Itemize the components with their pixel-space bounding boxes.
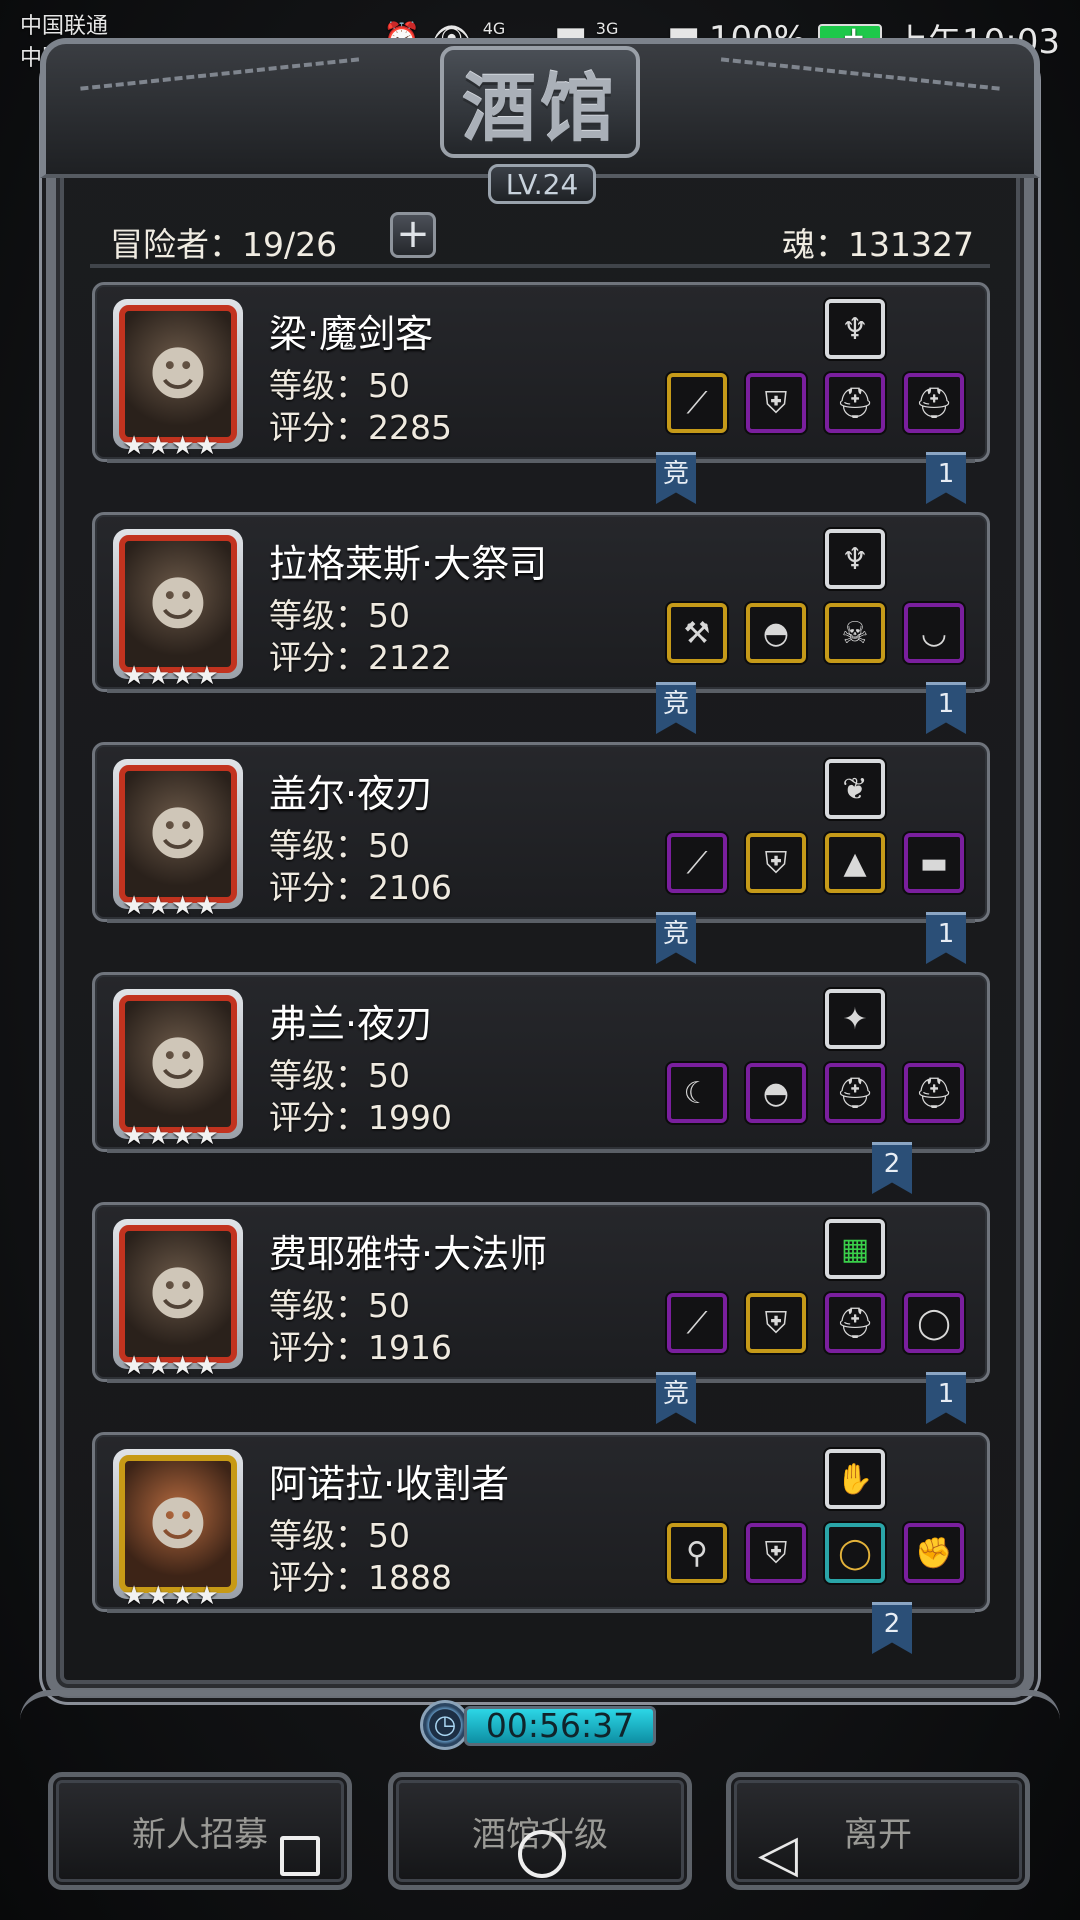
armor-icon[interactable]: ⛨ [746, 373, 806, 433]
add-adventurer-button[interactable]: + [390, 212, 436, 258]
hero-level: 等级：50 [269, 366, 410, 405]
star-rating: ★★★★ [122, 1121, 220, 1151]
hero-portrait[interactable]: ☻ [113, 989, 243, 1139]
hero-card[interactable]: ☻ ★★★★ 盖尔·夜刃 等级：50 评分：2106 ❦ ⟋ ⛨ ▲ ▬ [92, 742, 990, 923]
helmet-icon[interactable]: ⛑ [904, 373, 964, 433]
hero-name: 盖尔·夜刃 [269, 772, 434, 816]
hero-name: 弗兰·夜刃 [269, 1002, 434, 1046]
adventurer-count: 冒险者：19/26 [110, 225, 338, 264]
star-rating: ★★★★ [122, 891, 220, 921]
armor-icon[interactable]: ⛨ [746, 1523, 806, 1583]
staff-icon[interactable]: ⟋ [667, 1293, 727, 1353]
hero-score: 评分：1916 [269, 1328, 452, 1367]
hero-level: 等级：50 [269, 1056, 410, 1095]
title-plate: 酒馆 [440, 46, 640, 158]
hero-portrait[interactable]: ☻ [113, 1449, 243, 1599]
hero-score: 评分：2285 [269, 408, 452, 447]
armor-icon[interactable]: ⛨ [746, 1293, 806, 1353]
helmet-icon[interactable]: ⛑ [825, 1063, 885, 1123]
hammer-icon[interactable]: ⚒ [667, 603, 727, 663]
hero-card[interactable]: ☻ ★★★★ 弗兰·夜刃 等级：50 评分：1990 ✦ ☾ ◓ ⛑ ⛑ [92, 972, 990, 1153]
ring-icon[interactable]: ◯ [904, 1293, 964, 1353]
sword-icon[interactable]: ⟋ [667, 373, 727, 433]
helmet-icon[interactable]: ⛑ [904, 1063, 964, 1123]
divider [90, 264, 990, 268]
armor-icon[interactable]: ⛨ [746, 833, 806, 893]
hero-score: 评分：1888 [269, 1558, 452, 1597]
back-icon[interactable]: ◁ [758, 1828, 798, 1880]
hero-name: 梁·魔剑客 [269, 312, 434, 356]
carrier-1: 中国联通 [20, 14, 109, 39]
gauntlet-icon[interactable]: ✊ [904, 1523, 964, 1583]
hero-avatar: ☻ [119, 1225, 237, 1363]
blade-icon[interactable]: ☾ [667, 1063, 727, 1123]
hero-name: 费耶雅特·大法师 [269, 1232, 548, 1276]
necklace-icon[interactable]: ♆ [825, 529, 885, 589]
hero-name: 阿诺拉·收割者 [269, 1462, 510, 1506]
necklace-icon[interactable]: ♆ [825, 299, 885, 359]
hero-card[interactable]: ☻ ★★★★ 梁·魔剑客 等级：50 评分：2285 ♆ ⟋ ⛨ ⛑ ⛑ [92, 282, 990, 463]
refresh-timer: ◷ 00:56:37 [420, 1700, 660, 1750]
hero-level: 等级：50 [269, 1286, 410, 1325]
helmet-icon[interactable]: ⛑ [825, 1293, 885, 1353]
hero-card[interactable]: ☻ ★★★★ 费耶雅特·大法师 等级：50 评分：1916 ▦ ⟋ ⛨ ⛑ ◯ [92, 1202, 990, 1383]
necklace-icon[interactable]: ◡ [904, 603, 964, 663]
star-rating: ★★★★ [122, 1351, 220, 1381]
recent-apps-icon[interactable] [280, 1836, 320, 1876]
hero-score: 评分：2106 [269, 868, 452, 907]
soul-currency: 魂：131327 [782, 225, 974, 264]
page-title: 酒馆 [462, 65, 618, 152]
hero-portrait[interactable]: ☻ [113, 1219, 243, 1369]
hero-card[interactable]: ☻ ★★★★ 拉格莱斯·大祭司 等级：50 评分：2122 ♆ ⚒ ◓ ☠ ◡ [92, 512, 990, 693]
hero-avatar: ☻ [119, 765, 237, 903]
hero-score: 评分：2122 [269, 638, 452, 677]
claw-icon[interactable]: ✋ [825, 1449, 885, 1509]
hero-name: 拉格莱斯·大祭司 [269, 542, 548, 586]
hero-portrait[interactable]: ☻ [113, 759, 243, 909]
scythe-icon[interactable]: ⚲ [667, 1523, 727, 1583]
amulet-icon[interactable]: ✦ [825, 989, 885, 1049]
hero-portrait[interactable]: ☻ [113, 299, 243, 449]
dagger-icon[interactable]: ⟋ [667, 833, 727, 893]
timer-value: 00:56:37 [464, 1706, 656, 1746]
star-rating: ★★★★ [122, 431, 220, 461]
clock-icon: ◷ [420, 1700, 470, 1750]
hero-level: 等级：50 [269, 1516, 410, 1555]
cloak-icon[interactable]: ▲ [825, 833, 885, 893]
rune-icon[interactable]: ▦ [825, 1219, 885, 1279]
ring-icon[interactable]: ◯ [825, 1523, 885, 1583]
hero-avatar: ☻ [119, 1455, 237, 1593]
home-icon[interactable] [518, 1830, 566, 1878]
helmet-icon[interactable]: ⛑ [825, 373, 885, 433]
hero-level: 等级：50 [269, 826, 410, 865]
hood-icon[interactable]: ◓ [746, 1063, 806, 1123]
tavern-level: LV.24 [488, 164, 596, 204]
feather-icon[interactable]: ❦ [825, 759, 885, 819]
hero-score: 评分：1990 [269, 1098, 452, 1137]
star-rating: ★★★★ [122, 661, 220, 691]
mask-icon[interactable]: ☠ [825, 603, 885, 663]
bracer-icon[interactable]: ▬ [904, 833, 964, 893]
hood-icon[interactable]: ◓ [746, 603, 806, 663]
hero-level: 等级：50 [269, 596, 410, 635]
hero-avatar: ☻ [119, 995, 237, 1133]
hero-card[interactable]: ☻ ★★★★ 阿诺拉·收割者 等级：50 评分：1888 ✋ ⚲ ⛨ ◯ ✊ [92, 1432, 990, 1613]
hero-portrait[interactable]: ☻ [113, 529, 243, 679]
header-row: 冒险者：19/26 + 魂：131327 [92, 210, 992, 264]
star-rating: ★★★★ [122, 1581, 220, 1611]
hero-avatar: ☻ [119, 535, 237, 673]
hero-avatar: ☻ [119, 305, 237, 443]
